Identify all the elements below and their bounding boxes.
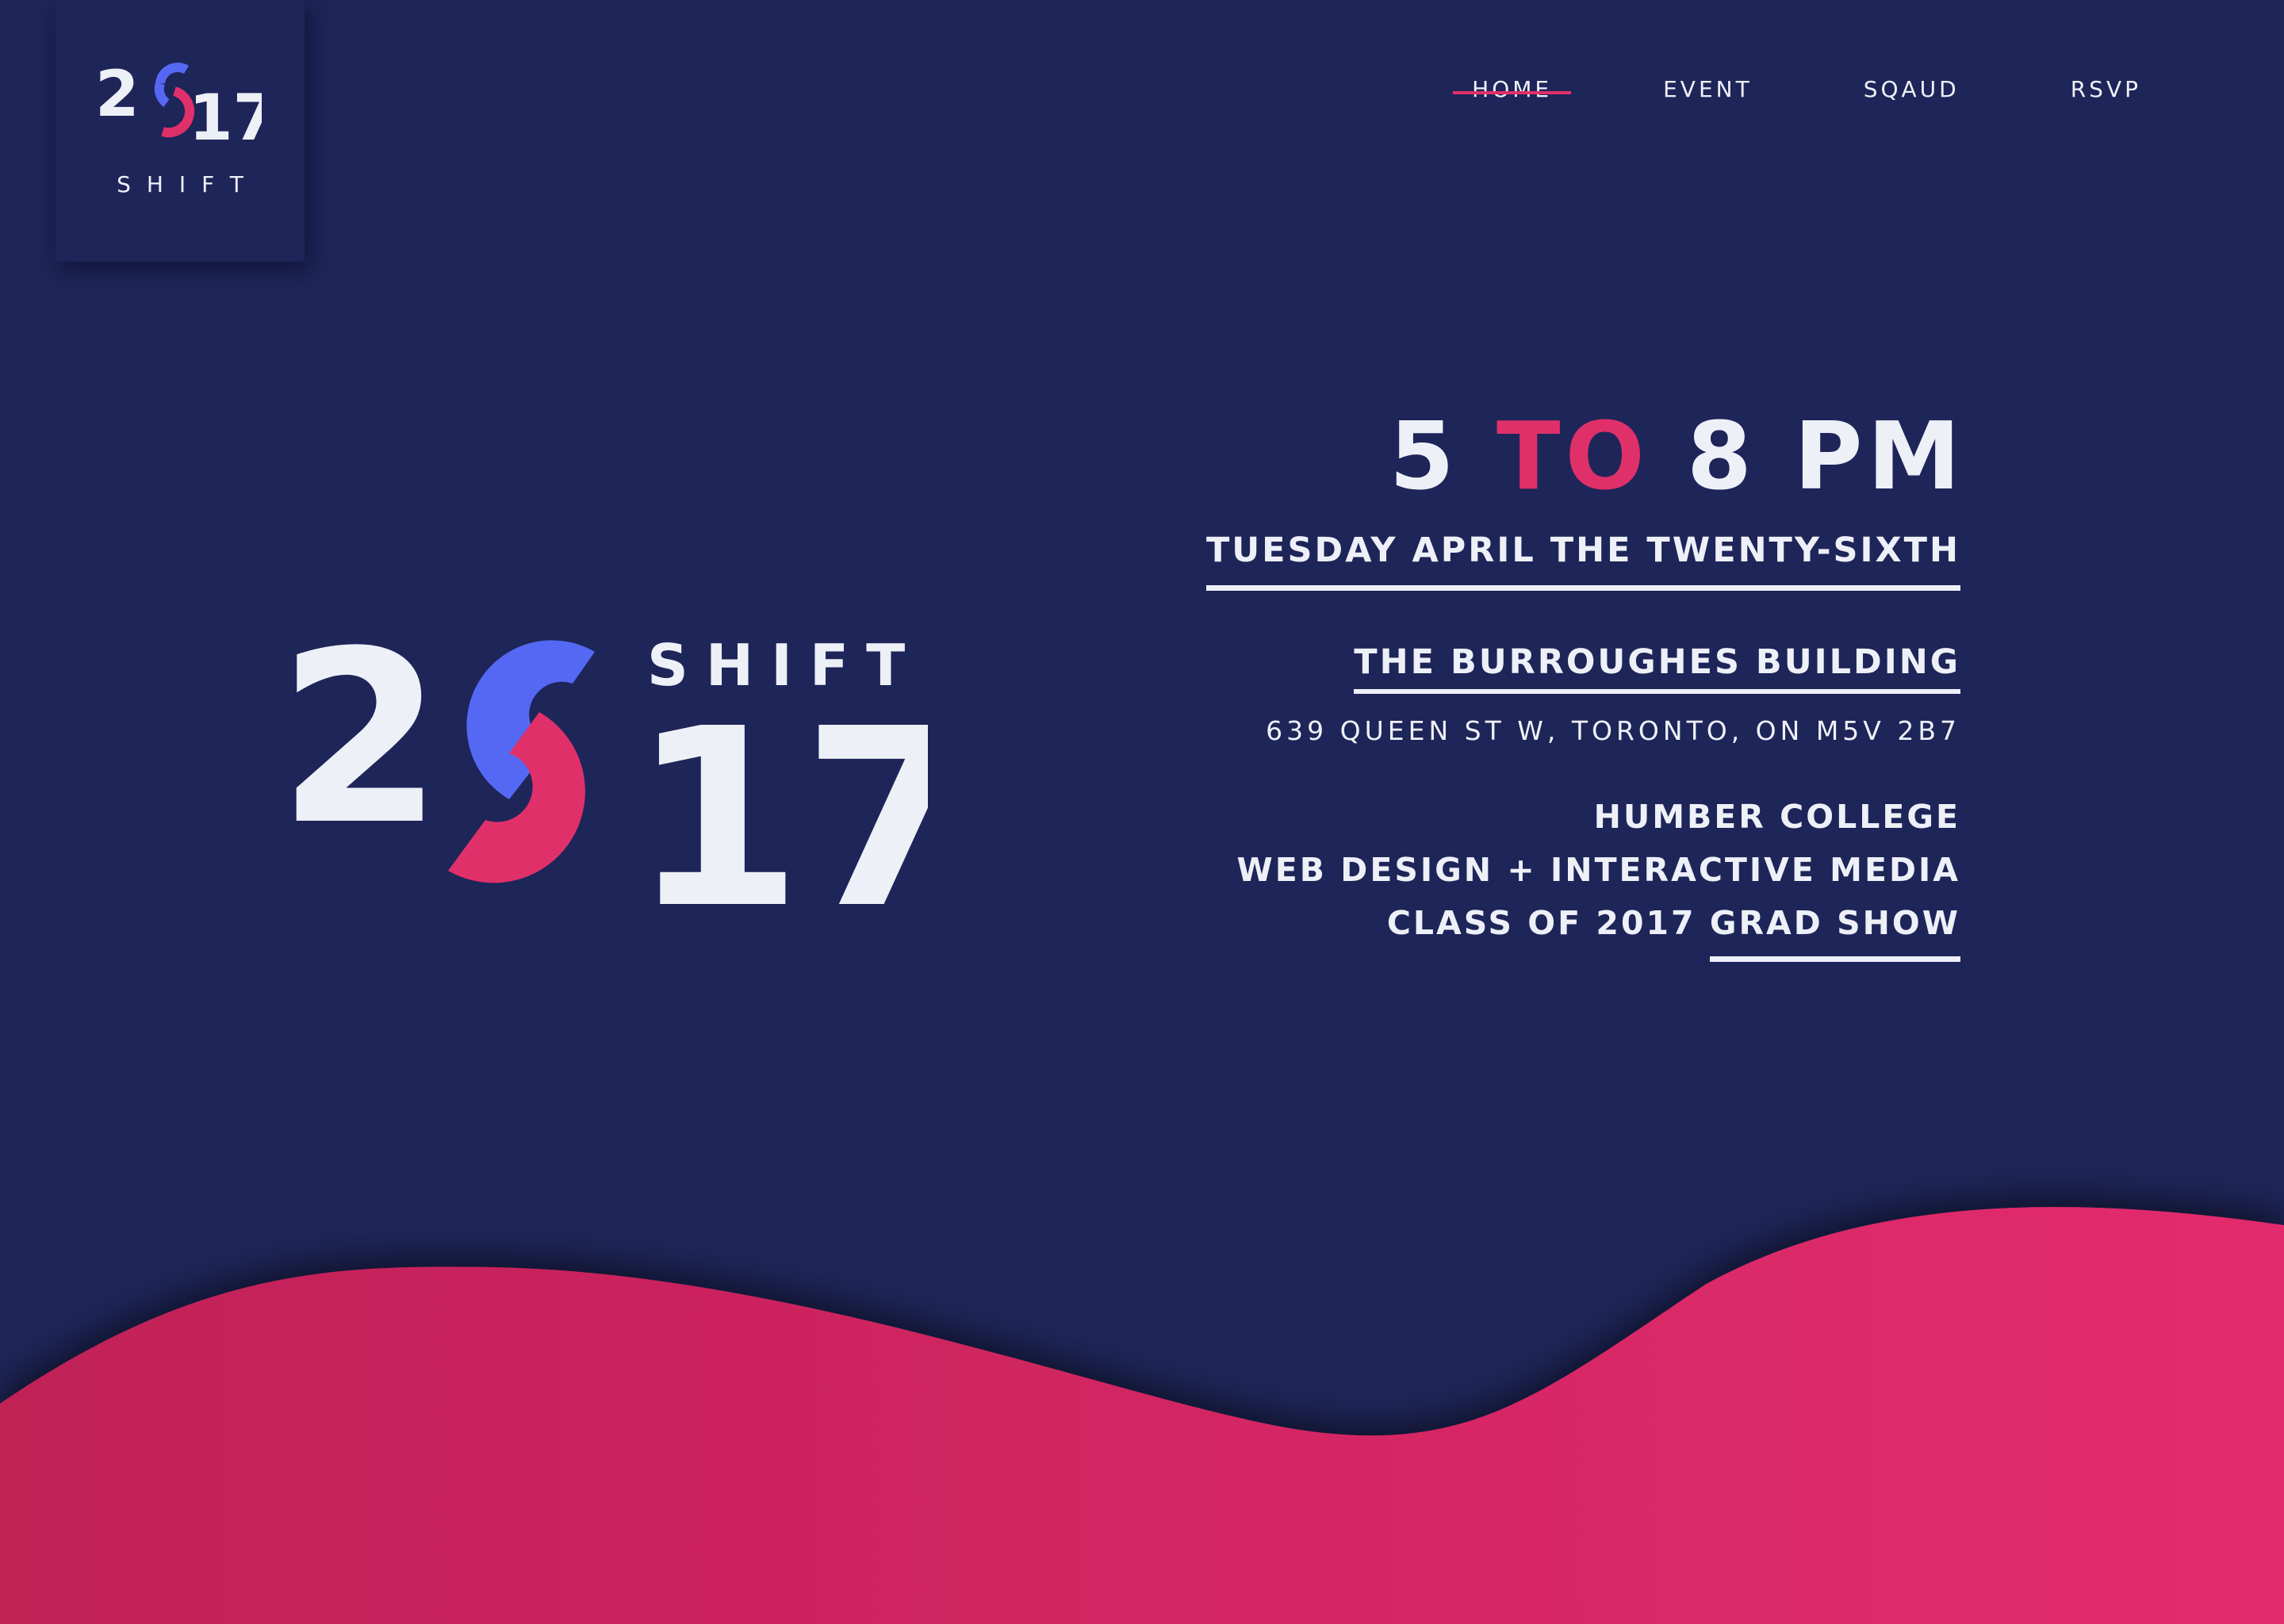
nav-squad[interactable]: SQAUD [1864, 76, 1960, 102]
main-nav: HOME EVENT SQAUD RSVP [1361, 76, 2141, 102]
hero-year-left: 2 [278, 619, 443, 877]
nav-event[interactable]: EVENT [1663, 76, 1753, 102]
logo-badge[interactable]: 2 17 SHIFT [56, 0, 305, 262]
badge-wordmark: SHIFT [117, 171, 259, 197]
event-info: 5 TO 8 PM TUESDAY APRIL THE TWENTY-SIXTH… [850, 396, 1960, 962]
org-line-college: HUMBER COLLEGE [1593, 798, 1960, 836]
time-end: 8 PM [1686, 401, 1965, 511]
class-of-label: CLASS OF 2017 [1386, 904, 1696, 942]
hero-logo: 2 SHIFT 17 [278, 619, 928, 928]
event-time: 5 TO 8 PM [850, 396, 1965, 515]
badge-year-left: 2 [95, 57, 140, 131]
grad-show-link[interactable]: GRAD SHOW [1709, 897, 1960, 962]
time-connector: TO [1496, 401, 1650, 511]
time-start: 5 [1389, 401, 1459, 511]
venue-link[interactable]: THE BURROUGHES BUILDING [1354, 638, 1960, 694]
org-line-program: WEB DESIGN + INTERACTIVE MEDIA [1236, 851, 1960, 889]
nav-rsvp[interactable]: RSVP [2071, 76, 2141, 102]
org-line-class: CLASS OF 2017 GRAD SHOW [850, 897, 1960, 962]
badge-year-right: 17 [189, 81, 262, 143]
nav-home[interactable]: HOME [1453, 76, 1572, 102]
shift-2017-logo-icon: 2 17 [95, 57, 262, 143]
venue-address: 639 QUEEN ST W, TORONTO, ON M5V 2B7 [1266, 715, 1960, 746]
landing-page: 2 17 SHIFT HOME EVENT SQAUD RSVP 2 SHIFT… [0, 0, 2284, 1624]
event-date: TUESDAY APRIL THE TWENTY-SIXTH [1205, 527, 1960, 591]
